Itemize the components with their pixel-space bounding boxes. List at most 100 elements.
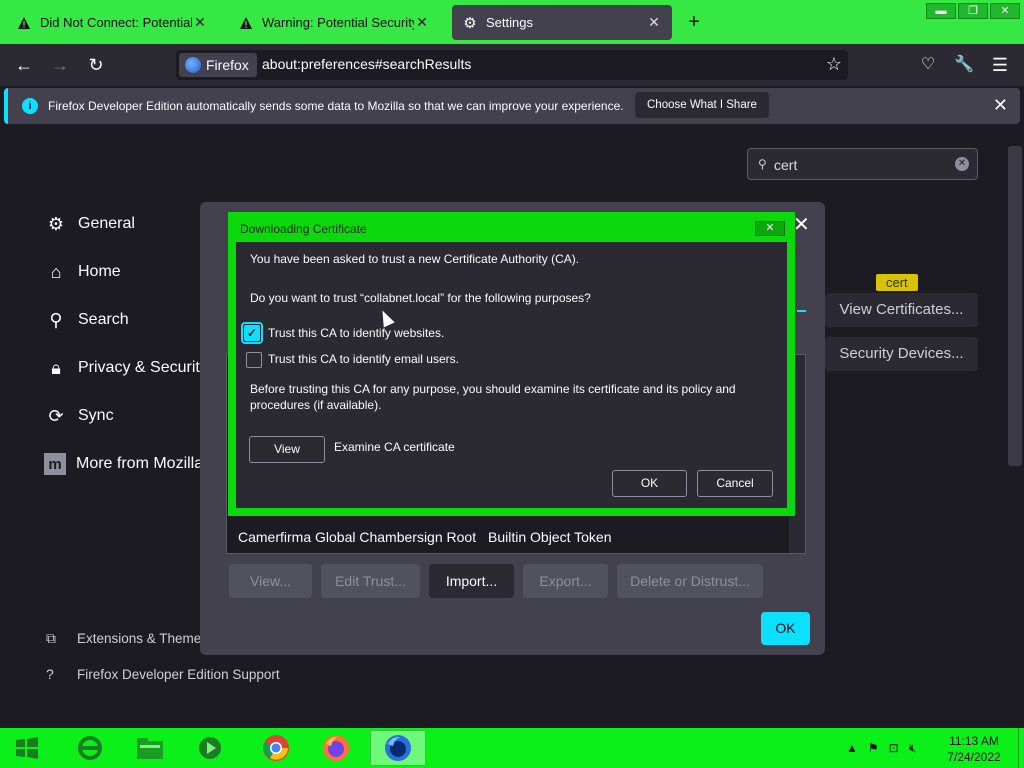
network-icon[interactable]: ⊡ — [889, 741, 899, 755]
url-bar[interactable]: Firefox about:preferences#searchResults … — [176, 50, 848, 80]
view-ca-button[interactable]: View — [249, 436, 325, 463]
lock-icon: 🔒︎ — [51, 357, 61, 378]
new-tab-button[interactable]: + — [684, 12, 704, 32]
close-icon[interactable]: ✕ — [993, 95, 1008, 116]
support-link[interactable]: ? Firefox Developer Edition Support — [46, 666, 280, 682]
identity-box[interactable]: Firefox — [179, 53, 257, 77]
view-cert-button[interactable]: View... — [229, 564, 312, 598]
category-label: More from Mozilla — [76, 455, 204, 472]
security-devices-button[interactable]: Security Devices... — [825, 337, 978, 371]
examine-ca-label: Examine CA certificate — [334, 440, 455, 454]
clock-time: 11:13 AM — [949, 734, 999, 748]
category-home[interactable]: ⌂ Home — [44, 257, 121, 287]
sync-icon: ⟳ — [48, 405, 64, 426]
footer-label: Firefox Developer Edition Support — [77, 666, 280, 682]
table-row[interactable]: Camerfirma Global Chambersign Root Built… — [200, 522, 760, 552]
tab-settings[interactable]: ⚙ Settings ✕ — [452, 5, 672, 40]
close-icon[interactable]: ✕ — [414, 14, 430, 31]
dialog-close-button[interactable]: ✕ — [755, 221, 785, 236]
mozilla-icon: m — [44, 453, 66, 475]
warning-text-2: procedures (if available). — [250, 398, 382, 412]
warning-icon — [16, 15, 32, 31]
clock[interactable]: 11:13 AM 7/24/2022 — [940, 733, 1008, 765]
menu-icon[interactable]: ☰ — [988, 53, 1012, 77]
minimize-button[interactable]: ▬ — [926, 3, 956, 19]
question-text: Do you want to trust “collabnet.local” f… — [250, 291, 591, 305]
category-search[interactable]: ⚲ Search — [44, 305, 129, 335]
chrome-icon[interactable] — [248, 730, 304, 766]
home-icon: ⌂ — [50, 261, 62, 282]
explorer-icon[interactable] — [122, 730, 178, 766]
dialog-title: Downloading Certificate — [240, 222, 367, 236]
clear-search-icon[interactable]: ✕ — [955, 157, 969, 171]
start-icon[interactable] — [10, 733, 44, 763]
category-more-from-mozilla[interactable]: m More from Mozilla — [44, 449, 203, 479]
firefox-icon[interactable] — [308, 730, 364, 766]
tab-security-warning[interactable]: Warning: Potential Security Risk ✕ — [228, 5, 440, 40]
page-scrollbar[interactable] — [1008, 146, 1022, 466]
warning-icon — [238, 15, 254, 31]
choose-what-i-share-button[interactable]: Choose What I Share — [635, 92, 769, 118]
category-privacy[interactable]: 🔒︎ Privacy & Security — [44, 353, 208, 383]
category-label: Search — [78, 311, 129, 328]
back-button[interactable]: ← — [12, 53, 36, 77]
restore-button[interactable]: ❐ — [958, 3, 988, 19]
navigation-toolbar: ← → ↻ Firefox about:preferences#searchRe… — [0, 44, 1024, 86]
tab-did-not-connect[interactable]: Did Not Connect: Potential Secu ✕ — [6, 5, 218, 40]
view-certificates-button[interactable]: View Certificates... — [825, 293, 978, 327]
certmgr-ok-button[interactable]: OK — [761, 612, 810, 645]
forward-button[interactable]: → — [48, 53, 72, 77]
media-player-icon[interactable] — [182, 730, 238, 766]
ie-icon[interactable] — [62, 730, 118, 766]
cert-name: Camerfirma Global Chambersign Root — [238, 529, 477, 545]
show-desktop-button[interactable] — [1018, 728, 1024, 768]
search-value: cert — [774, 157, 798, 173]
category-label: Privacy & Security — [78, 359, 208, 376]
extensions-themes-link[interactable]: ⧉ Extensions & Themes — [46, 630, 208, 647]
reload-button[interactable]: ↻ — [84, 53, 108, 77]
tray-expand-icon[interactable]: ▲ — [846, 741, 858, 755]
info-icon: i — [22, 98, 38, 114]
wrench-icon[interactable]: 🔧 — [952, 53, 976, 77]
close-icon[interactable]: ✕ — [793, 212, 810, 237]
category-label: Sync — [78, 407, 114, 424]
downloading-certificate-dialog: Downloading Certificate ✕ You have been … — [228, 212, 795, 516]
trust-websites-label[interactable]: Trust this CA to identify websites. — [268, 326, 444, 340]
volume-muted-icon[interactable]: 🔇︎ — [909, 741, 917, 756]
close-icon[interactable]: ✕ — [192, 14, 208, 31]
ok-button[interactable]: OK — [612, 470, 687, 497]
cancel-button[interactable]: Cancel — [697, 470, 773, 497]
category-sync[interactable]: ⟳ Sync — [44, 401, 114, 431]
gear-icon: ⚙ — [47, 213, 65, 234]
settings-search-input[interactable]: ⚲ cert ✕ — [747, 148, 978, 180]
category-general[interactable]: ⚙ General — [44, 209, 135, 239]
identity-label: Firefox — [206, 57, 249, 73]
trust-email-checkbox[interactable] — [246, 352, 262, 368]
data-notification-bar: i Firefox Developer Edition automaticall… — [4, 88, 1020, 124]
tab-title: Settings — [486, 15, 533, 30]
selected-tab-indicator — [797, 310, 806, 312]
trust-websites-checkbox[interactable]: ✓ — [244, 325, 260, 341]
window-close-button[interactable]: ✕ — [990, 3, 1020, 19]
pocket-icon[interactable]: ♡ — [916, 53, 940, 77]
dialog-titlebar[interactable]: Downloading Certificate ✕ — [228, 212, 795, 242]
export-button[interactable]: Export... — [523, 564, 608, 598]
edit-trust-button[interactable]: Edit Trust... — [321, 564, 420, 598]
gear-icon: ⚙ — [463, 14, 477, 32]
footer-label: Extensions & Themes — [77, 631, 209, 646]
tab-title: Did Not Connect: Potential Secu — [40, 15, 192, 30]
notification-text: Firefox Developer Edition automatically … — [48, 99, 624, 113]
tab-strip: Did Not Connect: Potential Secu ✕ Warnin… — [0, 0, 1024, 44]
import-button[interactable]: Import... — [429, 564, 514, 598]
delete-distrust-button[interactable]: Delete or Distrust... — [617, 564, 763, 598]
flag-icon[interactable]: ⚑ — [868, 741, 879, 755]
intro-text: You have been asked to trust a new Certi… — [250, 252, 580, 266]
firefox-dev-icon[interactable] — [370, 730, 426, 766]
search-icon: ⚲ — [49, 309, 63, 330]
category-label: General — [78, 215, 135, 232]
url-text[interactable]: about:preferences#searchResults — [262, 56, 471, 72]
trust-email-label[interactable]: Trust this CA to identify email users. — [268, 352, 459, 366]
bookmark-star-icon[interactable]: ☆ — [826, 54, 842, 75]
help-icon: ? — [46, 666, 54, 682]
close-icon[interactable]: ✕ — [646, 14, 662, 31]
